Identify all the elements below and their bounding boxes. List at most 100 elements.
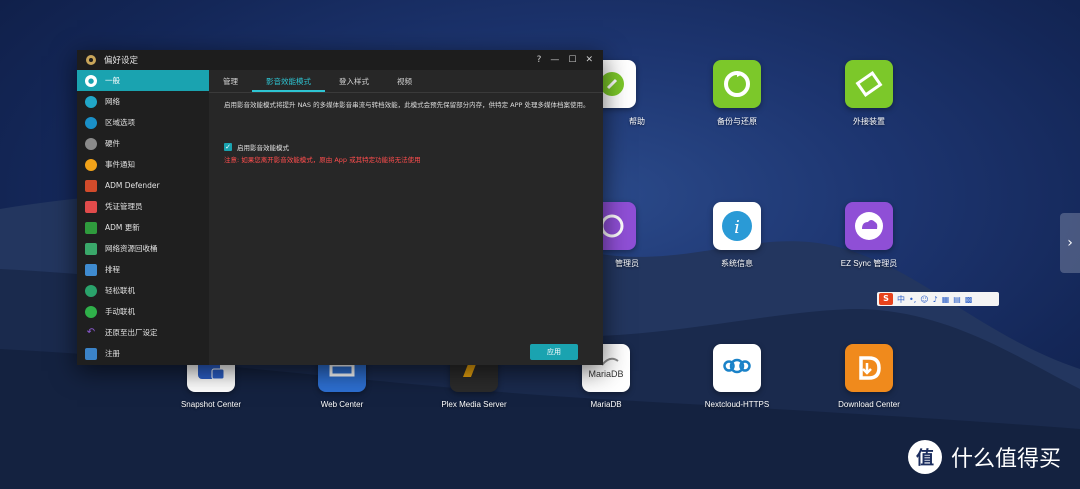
ime-mode[interactable]: 中	[897, 294, 905, 305]
tab-login-style[interactable]: 登入样式	[325, 76, 383, 92]
desktop-icon-label: Snapshot Center	[180, 400, 242, 409]
sidebar-item-label: 轻松联机	[105, 286, 135, 295]
punctuation-icon[interactable]: •,	[909, 295, 916, 304]
desktop-icon-label: Nextcloud-HTTPS	[704, 400, 770, 409]
sidebar-item-schedule[interactable]: 排程	[77, 259, 209, 280]
media-mode-description: 启用影音效能模式将提升 NAS 的多媒体影音串流与转档效能，此模式会预先保留部分…	[224, 101, 590, 109]
watermark-logo: 值	[908, 440, 942, 474]
desktop-icon-label: MariaDB	[590, 400, 622, 409]
window-title: 偏好设定	[104, 56, 139, 66]
sidebar-item-label: ADM 更新	[105, 223, 140, 232]
schedule-icon	[85, 263, 97, 276]
tab-media-mode[interactable]: 影音效能模式	[252, 76, 325, 92]
desktop-icon-label: Download Center	[838, 400, 900, 409]
settings-gear-icon	[86, 55, 96, 65]
desktop-icon-label: Web Center	[320, 400, 364, 409]
sidebar-item-notification[interactable]: 事件通知	[77, 154, 209, 175]
sidebar-item-label: 网络	[105, 97, 120, 106]
minimize-icon[interactable]: —	[550, 55, 559, 65]
desktop-icon-label: 备份与还原	[717, 117, 757, 126]
download-center-icon	[845, 344, 893, 392]
sidebar-item-label: 网络资源回收桶	[105, 244, 158, 253]
checkbox-label: 启用影音效能模式	[237, 144, 289, 152]
register-icon	[85, 347, 97, 360]
emoji-icon[interactable]: ☺	[920, 295, 928, 304]
desktop-icon-external-device[interactable]: 外接装置	[809, 60, 929, 127]
skin-icon[interactable]: ▤	[953, 295, 961, 304]
general-icon: ●	[85, 74, 97, 87]
watermark: 值 什么值得买	[908, 440, 1061, 474]
sidebar-item-factory-reset[interactable]: ↶ 还原至出厂设定	[77, 322, 209, 343]
apply-button[interactable]: 应用	[530, 344, 578, 360]
next-page-arrow-icon[interactable]: ›	[1060, 213, 1080, 273]
microphone-icon[interactable]: ♪	[933, 295, 938, 304]
sidebar-item-label: ADM Defender	[105, 181, 160, 190]
desktop-icon-download-center[interactable]: Download Center	[809, 344, 929, 409]
certificate-icon	[85, 200, 97, 213]
system-info-icon: i	[713, 202, 761, 250]
svg-text:MariaDB: MariaDB	[588, 369, 623, 379]
close-icon[interactable]: ✕	[585, 55, 593, 65]
checkmark-icon: ✓	[224, 143, 232, 151]
settings-sidebar: ● 一般 网络 区域选项 硬件 事件通知 ADM Defender 凭证管理员 A…	[77, 70, 209, 365]
keyboard-icon[interactable]: ▦	[942, 295, 950, 304]
tab-video[interactable]: 视频	[383, 76, 426, 92]
sidebar-item-label: 注册	[105, 349, 120, 358]
toolbox-icon[interactable]: ▩	[965, 295, 973, 304]
manual-connect-icon	[85, 305, 97, 318]
sidebar-item-manual-connect[interactable]: 手动联机	[77, 301, 209, 322]
defender-icon	[85, 179, 97, 192]
preferences-window[interactable]: 偏好设定 ? — ☐ ✕ ● 一般 网络 区域选项 硬件 事件通知 ADM Def…	[77, 50, 603, 365]
ezsync-icon	[845, 202, 893, 250]
sidebar-item-hardware[interactable]: 硬件	[77, 133, 209, 154]
reset-icon: ↶	[86, 327, 96, 338]
update-icon	[85, 221, 97, 234]
help-icon[interactable]: ?	[537, 55, 542, 65]
settings-content: 管理 影音效能模式 登入样式 视频 启用影音效能模式将提升 NAS 的多媒体影音…	[209, 70, 603, 365]
hardware-icon	[85, 137, 97, 150]
sidebar-item-label: 一般	[105, 76, 120, 85]
backup-restore-icon	[713, 60, 761, 108]
svg-text:i: i	[734, 217, 740, 238]
enable-media-mode-checkbox[interactable]: ✓ 启用影音效能模式	[224, 142, 289, 152]
sidebar-item-ezconnect[interactable]: 轻松联机	[77, 280, 209, 301]
tab-bar: 管理 影音效能模式 登入样式 视频	[209, 70, 603, 93]
sidebar-item-label: 区域选项	[105, 118, 135, 127]
desktop-icon-label: EZ Sync 管理员	[840, 259, 898, 268]
desktop-icon-label: 系统信息	[721, 259, 753, 268]
desktop-icon-ezsync[interactable]: EZ Sync 管理员	[809, 202, 929, 269]
warning-text: 注意: 如果您离开影音效能模式，原由 App 或其特定功能将无法使用	[224, 156, 421, 164]
window-titlebar[interactable]: 偏好设定 ? — ☐ ✕	[77, 50, 603, 70]
desktop-icon-backup-restore[interactable]: 备份与还原	[677, 60, 797, 127]
nextcloud-icon	[713, 344, 761, 392]
desktop-icon-nextcloud[interactable]: Nextcloud-HTTPS	[677, 344, 797, 409]
ime-toolbar[interactable]: S 中 •, ☺ ♪ ▦ ▤ ▩	[877, 292, 999, 306]
ezconnect-icon	[85, 284, 97, 297]
desktop-icon-label: Plex Media Server	[441, 400, 507, 409]
sidebar-item-label: 凭证管理员	[105, 202, 143, 211]
sidebar-item-certificate[interactable]: 凭证管理员	[77, 196, 209, 217]
recycle-bin-icon	[85, 242, 97, 255]
sidebar-item-label: 手动联机	[105, 307, 135, 316]
sidebar-item-region[interactable]: 区域选项	[77, 112, 209, 133]
tab-management[interactable]: 管理	[209, 76, 252, 92]
notification-icon	[85, 158, 97, 171]
sidebar-item-network[interactable]: 网络	[77, 91, 209, 112]
watermark-text: 什么值得买	[951, 446, 1062, 471]
desktop-icon-label: 外接装置	[853, 117, 885, 126]
network-icon	[85, 95, 97, 108]
sidebar-item-register[interactable]: 注册	[77, 343, 209, 364]
sidebar-item-adm-update[interactable]: ADM 更新	[77, 217, 209, 238]
external-device-icon	[845, 60, 893, 108]
sogou-logo-icon[interactable]: S	[879, 293, 893, 305]
sidebar-item-general[interactable]: ● 一般	[77, 70, 209, 91]
desktop-icon-system-info[interactable]: i 系统信息	[677, 202, 797, 269]
sidebar-item-recycle-bin[interactable]: 网络资源回收桶	[77, 238, 209, 259]
sidebar-item-label: 事件通知	[105, 160, 135, 169]
sidebar-item-label: 还原至出厂设定	[105, 328, 158, 337]
sidebar-item-label: 硬件	[105, 139, 120, 148]
sidebar-item-adm-defender[interactable]: ADM Defender	[77, 175, 209, 196]
sidebar-item-label: 排程	[105, 265, 120, 274]
maximize-icon[interactable]: ☐	[568, 55, 576, 65]
region-icon	[85, 116, 97, 129]
